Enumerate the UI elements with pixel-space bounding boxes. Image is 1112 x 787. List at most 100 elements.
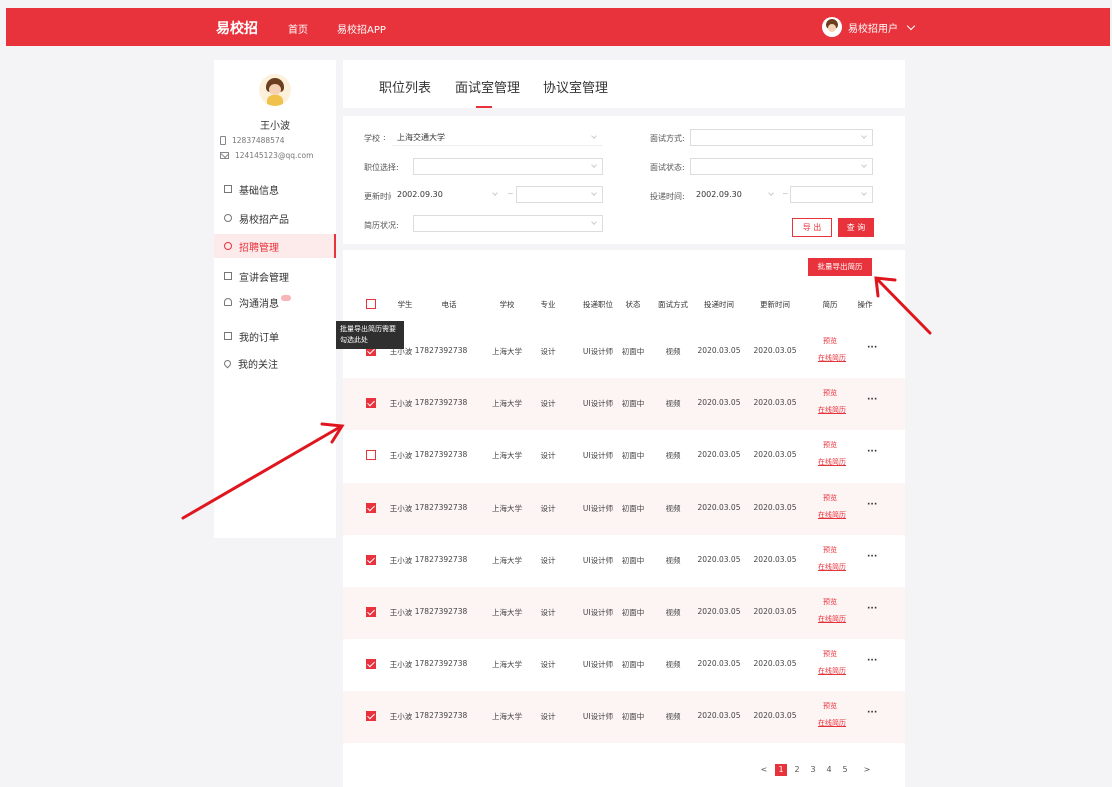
sidebar-item-products[interactable]: 易校招产品 <box>214 206 336 230</box>
user-name: 易校招用户 <box>848 23 898 35</box>
resume-preview-link[interactable]: 预览 <box>823 388 837 398</box>
nav-home-link[interactable]: 首页 <box>288 21 308 36</box>
tab-agreement-room[interactable]: 协议室管理 <box>543 77 608 96</box>
page-3-button[interactable]: 3 <box>807 764 819 776</box>
sidebar-item-label: 基础信息 <box>239 185 279 197</box>
cell-major: 设计 <box>540 608 556 617</box>
row-checkbox[interactable] <box>366 554 376 565</box>
next-page-button[interactable]: > <box>861 764 873 776</box>
cell-method: 视频 <box>665 608 681 617</box>
header-position: 投递职位 <box>583 300 613 309</box>
heart-icon <box>222 358 233 368</box>
position-label: 职位选择: <box>364 163 399 172</box>
more-actions-icon[interactable]: ··· <box>867 343 877 353</box>
online-resume-link[interactable]: 在线简历 <box>818 562 846 572</box>
page-2-button[interactable]: 2 <box>791 764 803 776</box>
online-resume-link[interactable]: 在线简历 <box>818 405 846 415</box>
page-1-button[interactable]: 1 <box>775 764 787 776</box>
position-select[interactable] <box>413 158 603 175</box>
document-icon <box>224 185 232 193</box>
cell-major: 设计 <box>540 451 556 461</box>
sidebar-item-messages[interactable]: 沟通消息 <box>214 290 336 314</box>
cell-update-time: 2020.03.05 <box>753 346 797 355</box>
resume-preview-link[interactable]: 预览 <box>823 597 837 607</box>
resume-preview-link[interactable]: 预览 <box>823 493 837 503</box>
cell-method: 视频 <box>665 347 681 356</box>
page-4-button[interactable]: 4 <box>823 764 835 776</box>
cell-student: 王小波 <box>389 503 413 513</box>
cell-deliver-time: 2020.03.05 <box>697 502 741 512</box>
export-button[interactable]: 导 出 <box>792 218 832 237</box>
more-actions-icon[interactable]: ··· <box>867 604 877 614</box>
school-select[interactable]: 上海交通大学 <box>391 129 603 146</box>
resume-preview-link[interactable]: 预览 <box>823 336 837 346</box>
resume-preview-link[interactable]: 预览 <box>823 701 837 711</box>
deliver-time-from[interactable]: 2002.09.30 <box>690 186 780 203</box>
online-resume-link[interactable]: 在线简历 <box>818 718 846 728</box>
deliver-time-to[interactable] <box>790 186 873 203</box>
prev-page-button[interactable]: < <box>758 764 770 776</box>
sidebar-item-basic-info[interactable]: 基础信息 <box>214 177 336 201</box>
more-actions-icon[interactable]: ··· <box>867 500 877 510</box>
cell-major: 设计 <box>540 347 556 356</box>
cell-school: 上海大学 <box>492 712 522 722</box>
page-5-button[interactable]: 5 <box>839 764 851 776</box>
row-checkbox[interactable] <box>366 398 376 409</box>
resume-preview-link[interactable]: 预览 <box>823 649 837 659</box>
resume-preview-link[interactable]: 预览 <box>823 545 837 555</box>
cell-method: 视频 <box>665 503 681 513</box>
row-checkbox[interactable] <box>366 607 376 617</box>
sidebar-item-label: 沟通消息 <box>239 298 279 310</box>
cell-position: UI设计师 <box>582 608 614 617</box>
cell-major: 设计 <box>540 712 556 722</box>
more-actions-icon[interactable]: ··· <box>867 447 877 457</box>
header-resume: 简历 <box>822 300 838 309</box>
nav-app-link[interactable]: 易校招APP <box>337 21 386 36</box>
range-separator: ~ <box>507 189 514 198</box>
sidebar-item-seminar[interactable]: 宣讲会管理 <box>214 264 336 288</box>
update-time-to[interactable] <box>516 186 603 203</box>
cell-major: 设计 <box>540 660 556 670</box>
cell-phone: 17827392738 <box>414 346 468 355</box>
online-resume-link[interactable]: 在线简历 <box>818 666 846 676</box>
update-time-from[interactable]: 2002.09.30 <box>391 186 504 203</box>
select-all-checkbox[interactable] <box>366 299 376 309</box>
online-resume-link[interactable]: 在线简历 <box>818 510 846 520</box>
order-icon <box>224 332 232 340</box>
interview-status-select[interactable] <box>690 158 873 175</box>
cell-student: 王小波 <box>389 555 413 565</box>
more-actions-icon[interactable]: ··· <box>867 552 877 562</box>
cell-deliver-time: 2020.03.05 <box>697 711 741 721</box>
update-time-from-value: 2002.09.30 <box>397 190 443 199</box>
interview-status-label: 面试状态: <box>650 163 685 172</box>
more-actions-icon[interactable]: ··· <box>867 708 877 718</box>
batch-export-button[interactable]: 批量导出简历 <box>808 258 872 276</box>
header-phone: 电话 <box>441 300 457 309</box>
more-actions-icon[interactable]: ··· <box>867 656 877 666</box>
range-separator: ~ <box>782 189 789 198</box>
tab-interview-room[interactable]: 面试室管理 <box>455 77 520 96</box>
resume-status-select[interactable] <box>413 215 603 232</box>
row-checkbox[interactable] <box>366 711 376 722</box>
sidebar-item-recruitment[interactable]: 招聘管理 <box>214 234 336 258</box>
app-logo[interactable]: 易校招 <box>216 18 258 38</box>
sidebar-item-orders[interactable]: 我的订单 <box>214 324 336 348</box>
online-resume-link[interactable]: 在线简历 <box>818 614 846 624</box>
header-deliver-time: 投递时间 <box>704 300 734 309</box>
online-resume-link[interactable]: 在线简历 <box>818 353 846 363</box>
speaker-icon <box>224 272 232 280</box>
more-actions-icon[interactable]: ··· <box>867 395 877 405</box>
cell-phone: 17827392738 <box>414 607 468 616</box>
user-menu[interactable]: 易校招用户 <box>822 17 916 37</box>
row-checkbox[interactable] <box>366 502 376 513</box>
online-resume-link[interactable]: 在线简历 <box>818 457 846 467</box>
query-button[interactable]: 查 询 <box>838 218 874 237</box>
tab-position-list[interactable]: 职位列表 <box>379 77 431 96</box>
deliver-time-label: 投递时间: <box>650 192 685 201</box>
interview-method-select[interactable] <box>690 129 873 146</box>
row-checkbox[interactable] <box>366 659 376 670</box>
user-avatar <box>822 17 842 37</box>
resume-preview-link[interactable]: 预览 <box>823 440 837 450</box>
sidebar-item-follows[interactable]: 我的关注 <box>214 351 336 375</box>
row-checkbox[interactable] <box>366 450 376 461</box>
